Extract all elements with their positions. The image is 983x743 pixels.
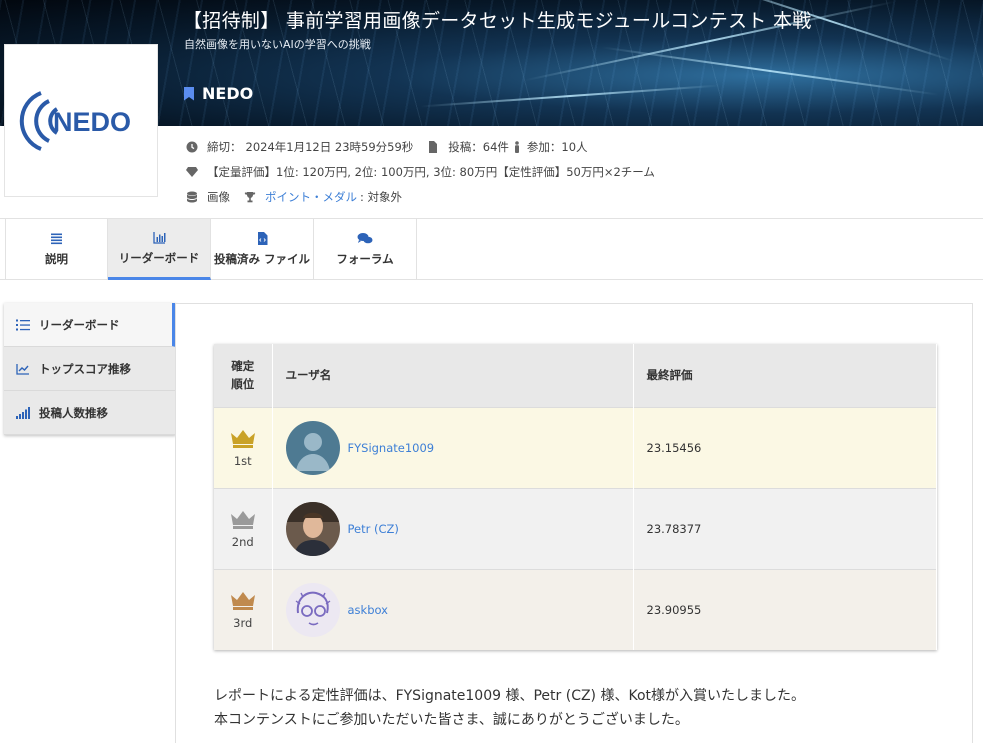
leaderboard-table: 確定 順位 ユーザ名 最終評価 1st FYSignate1009 23.154…: [214, 344, 937, 650]
points-medal-link[interactable]: ポイント・メダル: [265, 189, 357, 205]
clock-icon: [186, 141, 198, 153]
deadline-label: 締切：: [207, 140, 242, 154]
user-link[interactable]: FYSignate1009: [348, 441, 435, 455]
tab-label: リーダーボード: [118, 250, 200, 265]
line-chart-icon: [16, 363, 29, 375]
tab-label: 説明: [45, 252, 68, 266]
announcement-line-2: 本コンテンストにご参加いただいた皆さま、誠にありがとうございました。: [214, 712, 689, 728]
header-rank: 確定 順位: [214, 344, 273, 407]
leaderboard-panel: 確定 順位 ユーザ名 最終評価 1st FYSignate1009 23.154…: [175, 303, 973, 743]
rank-cell: 3rd: [214, 568, 273, 650]
rank-cell: 2nd: [214, 487, 273, 569]
rank-label: 1st: [233, 453, 252, 468]
silver-crown-icon: [230, 510, 255, 529]
signal-bars-icon: [16, 406, 30, 419]
tab-leaderboard[interactable]: リーダーボード: [108, 219, 211, 280]
database-icon: [187, 191, 197, 203]
user-cell: askbox: [272, 568, 634, 650]
rank-label: 3rd: [233, 615, 253, 630]
avatar[interactable]: [285, 420, 340, 475]
score-cell: 23.90955: [633, 568, 937, 650]
bronze-crown-icon: [230, 591, 255, 610]
organizer-name: NEDO: [202, 84, 254, 103]
announcement-line-1: レポートによる定性評価は、FYSignate1009 様、Petr (CZ) 様…: [214, 688, 806, 704]
person-icon: [514, 141, 519, 153]
avatar[interactable]: [285, 501, 340, 556]
score-cell: 23.78377: [633, 487, 937, 569]
points-value: : 対象外: [360, 190, 403, 204]
trophy-icon: [244, 192, 256, 203]
table-header-row: 確定 順位 ユーザ名 最終評価: [214, 344, 937, 407]
tab-description[interactable]: 説明: [5, 219, 108, 280]
submission-count: 投稿：64件: [448, 140, 509, 154]
bookmark-icon: [184, 86, 194, 101]
table-row: 3rd askbox 23.90955: [214, 568, 937, 650]
user-link[interactable]: askbox: [348, 603, 389, 617]
table-row: 2nd Petr (CZ) 23.78377: [214, 487, 937, 569]
page-title: 【招待制】 事前学習用画像データセット生成モジュールコンテスト 本戦: [183, 10, 812, 32]
header-final-score: 最終評価: [633, 344, 937, 407]
ranking-list-icon: [16, 319, 30, 330]
category: 画像: [207, 190, 230, 204]
diamond-icon: [186, 167, 198, 177]
logo-text: NEDO: [53, 107, 131, 137]
user-link[interactable]: Petr (CZ): [348, 522, 399, 536]
tab-label: フォーラム: [336, 252, 394, 266]
side-menu: リーダーボード トップスコア推移 投稿人数推移: [4, 303, 176, 435]
file-code-icon: [257, 232, 267, 245]
tab-forum[interactable]: フォーラム: [314, 219, 417, 280]
side-menu-top-score-trend[interactable]: トップスコア推移: [4, 347, 176, 391]
tab-bar: 説明 リーダーボード 投稿済み ファイル フォーラム: [0, 218, 983, 280]
avatar[interactable]: [285, 582, 340, 637]
page-subtitle: 自然画像を用いないAIの学習への挑戦: [184, 38, 371, 51]
bar-chart-icon: [152, 231, 165, 244]
score-cell: 23.15456: [633, 406, 937, 488]
participant-count: 参加：10人: [526, 140, 588, 154]
user-cell: FYSignate1009: [272, 406, 634, 488]
meta-line-3: 画像 ポイント・メダル : 対象外: [186, 189, 402, 205]
list-icon: [51, 233, 62, 245]
prize-info: 【定量評価】1位: 120万円, 2位: 100万円, 3位: 80万円【定性評…: [207, 165, 655, 179]
user-cell: Petr (CZ): [272, 487, 634, 569]
document-icon: [429, 141, 438, 153]
deadline-value: 2024年1月12日 23時59分59秒: [245, 140, 414, 154]
side-menu-participant-trend[interactable]: 投稿人数推移: [4, 391, 176, 435]
side-menu-label: 投稿人数推移: [39, 405, 108, 420]
comments-icon: [357, 233, 373, 244]
gold-crown-icon: [230, 429, 255, 448]
rank-label: 2nd: [231, 534, 254, 549]
tab-submitted-files[interactable]: 投稿済み ファイル: [211, 219, 314, 280]
meta-line-1: 締切： 2024年1月12日 23時59分59秒 投稿：64件 参加：10人: [186, 139, 588, 155]
meta-line-2: 【定量評価】1位: 120万円, 2位: 100万円, 3位: 80万円【定性評…: [186, 164, 655, 180]
organizer[interactable]: NEDO: [184, 84, 253, 103]
side-menu-label: トップスコア推移: [39, 361, 131, 376]
side-menu-label: リーダーボード: [39, 317, 120, 332]
nedo-logo: NEDO: [4, 44, 158, 197]
rank-cell: 1st: [214, 406, 273, 488]
table-row: 1st FYSignate1009 23.15456: [214, 406, 937, 488]
side-menu-leaderboard[interactable]: リーダーボード: [4, 303, 176, 347]
result-announcement: レポートによる定性評価は、FYSignate1009 様、Petr (CZ) 様…: [214, 684, 805, 732]
tab-label: 投稿済み ファイル: [213, 252, 310, 266]
header-username: ユーザ名: [272, 344, 634, 407]
